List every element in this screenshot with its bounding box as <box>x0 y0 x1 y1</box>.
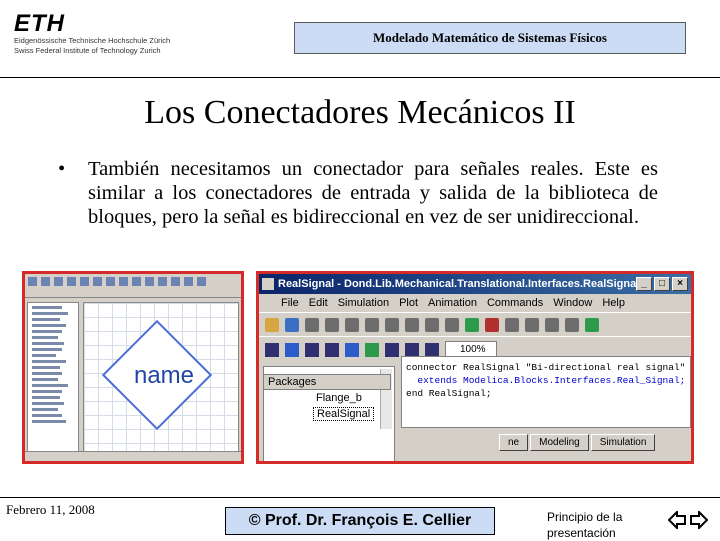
diagram-toolbar <box>25 274 241 298</box>
menu-animation: Animation <box>428 297 477 309</box>
status-bar <box>25 451 241 461</box>
window-titlebar: RealSignal - Dond.Lib.Mechanical.Transla… <box>259 274 691 294</box>
package-tree <box>27 302 79 454</box>
tree-item-flange-b: Flange_b <box>316 392 362 404</box>
close-button: × <box>672 277 688 291</box>
icon-name-label: name <box>133 362 195 389</box>
toolbar-drawing <box>259 312 691 336</box>
dymola-diagram-screenshot: name <box>22 271 244 464</box>
mode-tabs: ne Modeling Simulation <box>499 434 656 451</box>
window-title: RealSignal - Dond.Lib.Mechanical.Transla… <box>278 278 636 290</box>
menu-window: Window <box>553 297 593 309</box>
menu-plot: Plot <box>399 297 419 309</box>
start-of-presentation-link[interactable]: Principio de la presentación <box>547 509 637 541</box>
slide-date: Febrero 11, 2008 <box>6 502 95 517</box>
bullet-item: • También necesitamos un conectador para… <box>58 157 658 229</box>
menu-help: Help <box>602 297 625 309</box>
tab-truncated: ne <box>499 434 529 451</box>
institution-german: Eidgenössische Technische Hochschule Zür… <box>14 36 171 45</box>
menu-simulation: Simulation <box>337 297 390 309</box>
maximize-button: □ <box>654 277 670 291</box>
author-credit: © Prof. Dr. François E. Cellier <box>225 507 495 535</box>
menu-bar: File Edit Simulation Plot Animation Comm… <box>259 294 691 312</box>
minimize-button: _ <box>636 277 652 291</box>
packages-header: Packages <box>263 374 391 390</box>
slide-title: Los Conectadores Mecánicos II <box>144 94 576 131</box>
menu-commands: Commands <box>486 297 544 309</box>
code-editor: connector RealSignal "Bi-directional rea… <box>401 356 691 428</box>
menu-edit: Edit <box>308 297 328 309</box>
code-line: connector RealSignal "Bi-directional rea… <box>406 362 686 373</box>
tree-item-real-signal: RealSignal <box>313 407 375 421</box>
menu-file: File <box>281 297 299 309</box>
tab-simulation: Simulation <box>590 434 656 451</box>
eth-logo: ETH <box>14 10 65 37</box>
header-divider <box>0 77 720 78</box>
code-line: end RealSignal; <box>406 388 492 399</box>
bullet-text: También necesitamos un conectador para s… <box>88 158 658 228</box>
footer-divider <box>0 497 720 498</box>
institution-english: Swiss Federal Institute of Technology Zu… <box>14 46 161 55</box>
app-icon <box>262 278 274 290</box>
code-line: extends Modelica.Blocks.Interfaces.Real_… <box>406 375 686 386</box>
course-title: Modelado Matemático de Sistemas Físicos <box>294 22 686 54</box>
tab-modeling: Modeling <box>530 434 589 451</box>
bullet-mark: • <box>58 158 66 180</box>
eth-logo-block: ETH Eidgenössische Technische Hochschule… <box>14 12 194 56</box>
dymola-editor-screenshot: RealSignal - Dond.Lib.Mechanical.Transla… <box>256 271 694 464</box>
navigation-arrows-icon[interactable] <box>668 511 708 529</box>
